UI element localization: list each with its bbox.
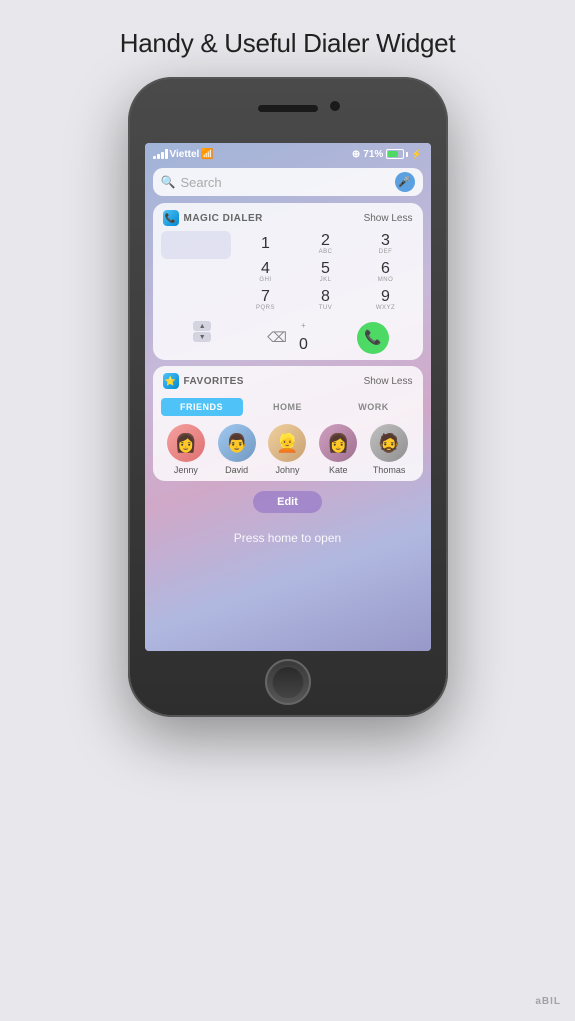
screen-content: 📞 MAGIC DIALER Show Less 12ABC3DEF 4GHI5J… <box>145 199 431 525</box>
dial-key-4[interactable]: 4GHI <box>237 259 295 285</box>
status-right: ⊕ 71% ⚡ <box>352 149 423 160</box>
edit-area: Edit <box>153 487 423 521</box>
contact-johny[interactable]: 👱 Johny <box>268 424 306 475</box>
phone-speaker <box>258 105 318 112</box>
dialer-show-less-button[interactable]: Show Less <box>364 213 413 224</box>
favorites-widget-icon: ⭐ <box>163 373 179 389</box>
zero-btn-area: ⌫ + 0 <box>246 321 329 354</box>
avatar: 👱 <box>268 424 306 462</box>
zero-plus-label: + <box>301 321 306 330</box>
dial-key-5[interactable]: 5JKL <box>297 259 355 285</box>
avatar: 👩 <box>167 424 205 462</box>
dial-key-3[interactable]: 3DEF <box>357 231 415 257</box>
call-circle-icon: 📞 <box>357 322 389 354</box>
dialer-bottom-row: ▲ ▼ ⌫ + 0 📞 <box>153 321 423 360</box>
carrier-name: Viettel <box>170 149 200 160</box>
dialer-widget: 📞 MAGIC DIALER Show Less 12ABC3DEF 4GHI5J… <box>153 203 423 360</box>
status-bar: Viettel 📶 ⊕ 71% ⚡ <box>145 143 431 165</box>
favorites-widget-header: ⭐ FAVORITES Show Less <box>153 366 423 394</box>
dial-key-1[interactable]: 1 <box>237 231 295 257</box>
wifi-icon: 📶 <box>201 149 213 160</box>
dialer-widget-title: MAGIC DIALER <box>184 213 263 224</box>
avatar: 👩 <box>319 424 357 462</box>
search-icon: 🔍 <box>161 175 176 189</box>
signal-icon <box>153 149 168 159</box>
contact-name: David <box>225 465 248 475</box>
battery-icon <box>386 149 408 159</box>
dialer-keypad: 12ABC3DEF 4GHI5JKL6MNO 7PQRS8TUV9WXYZ <box>237 231 415 313</box>
avatar: 🧔 <box>370 424 408 462</box>
battery-percent: 71% <box>363 149 383 160</box>
gps-icon: ⊕ <box>352 149 360 160</box>
phone-camera <box>330 101 340 111</box>
microphone-icon[interactable]: 🎤 <box>395 172 415 192</box>
contact-name: Johny <box>275 465 299 475</box>
contact-name: Thomas <box>373 465 406 475</box>
contact-thomas[interactable]: 🧔 Thomas <box>370 424 408 475</box>
dialer-scroll-controls: ▲ ▼ <box>161 321 244 354</box>
dialer-input-display[interactable] <box>161 231 231 259</box>
dial-key-2[interactable]: 2ABC <box>297 231 355 257</box>
contact-name: Kate <box>329 465 348 475</box>
phone-shell: Viettel 📶 ⊕ 71% ⚡ 🔍 Search 🎤 <box>128 77 448 717</box>
home-button[interactable] <box>265 659 311 705</box>
avatar: 👨 <box>218 424 256 462</box>
dial-key-7[interactable]: 7PQRS <box>237 287 295 313</box>
dial-key-6[interactable]: 6MNO <box>357 259 415 285</box>
scroll-up-button[interactable]: ▲ <box>193 321 211 331</box>
status-left: Viettel 📶 <box>153 149 214 160</box>
dialer-area: 12ABC3DEF 4GHI5JKL6MNO 7PQRS8TUV9WXYZ <box>153 231 423 321</box>
tab-friends[interactable]: FRIENDS <box>161 398 243 416</box>
page-title: Handy & Useful Dialer Widget <box>120 28 456 59</box>
search-input[interactable]: Search <box>180 175 389 190</box>
search-bar[interactable]: 🔍 Search 🎤 <box>153 168 423 196</box>
zero-dial-button[interactable]: 0 <box>299 336 308 354</box>
favorites-contacts: 👩 Jenny 👨 David 👱 Johny 👩 Kate 🧔 Thomas <box>153 420 423 481</box>
tab-home[interactable]: HOME <box>247 398 329 416</box>
brand-logo: aBIL <box>535 996 561 1007</box>
press-home-text: Press home to open <box>145 525 431 549</box>
contact-david[interactable]: 👨 David <box>218 424 256 475</box>
favorites-show-less-button[interactable]: Show Less <box>364 376 413 387</box>
contact-kate[interactable]: 👩 Kate <box>319 424 357 475</box>
edit-button[interactable]: Edit <box>253 491 322 513</box>
dialer-widget-icon: 📞 <box>163 210 179 226</box>
call-button[interactable]: 📞 <box>331 321 414 354</box>
dialer-widget-header: 📞 MAGIC DIALER Show Less <box>153 203 423 231</box>
dial-key-8[interactable]: 8TUV <box>297 287 355 313</box>
scroll-down-button[interactable]: ▼ <box>193 332 211 342</box>
phone-screen: Viettel 📶 ⊕ 71% ⚡ 🔍 Search 🎤 <box>145 143 431 651</box>
contact-name: Jenny <box>174 465 198 475</box>
backspace-button[interactable]: ⌫ <box>267 329 287 346</box>
contact-jenny[interactable]: 👩 Jenny <box>167 424 205 475</box>
favorites-tabs: FRIENDS HOME WORK <box>153 394 423 420</box>
dial-key-9[interactable]: 9WXYZ <box>357 287 415 313</box>
tab-work[interactable]: WORK <box>333 398 415 416</box>
favorites-widget: ⭐ FAVORITES Show Less FRIENDS HOME WORK … <box>153 366 423 481</box>
lightning-icon: ⚡ <box>411 149 422 160</box>
favorites-widget-title: FAVORITES <box>184 376 244 387</box>
